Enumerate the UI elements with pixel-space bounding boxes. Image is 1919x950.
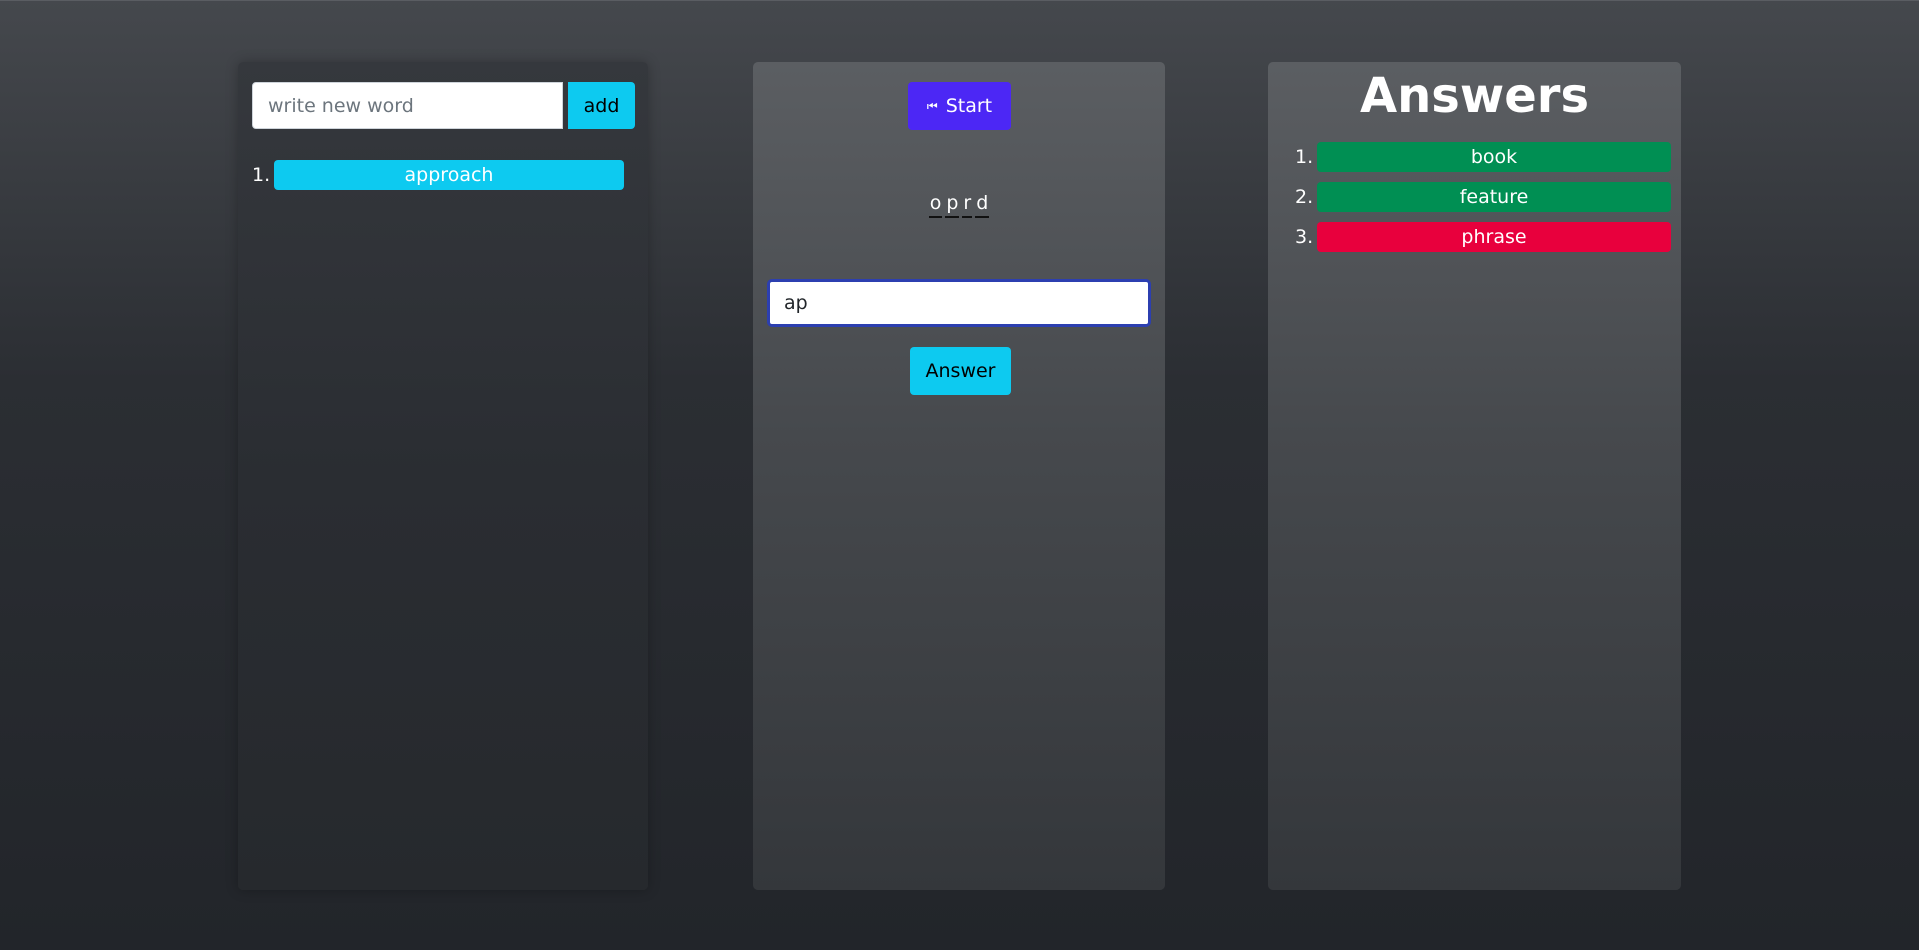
list-item: 1. approach: [252, 160, 624, 190]
scrambled-letter: p: [945, 192, 960, 218]
start-label: Start: [945, 95, 993, 117]
answer-list: 1. book 2. feature 3. phrase: [1295, 142, 1671, 262]
item-number: 1.: [1295, 146, 1314, 168]
answer-pill-wrong: phrase: [1317, 222, 1671, 252]
word-list: 1. approach: [252, 160, 624, 190]
scrambled-letter: r: [962, 192, 973, 218]
new-word-input[interactable]: [252, 82, 563, 129]
scrambled-letter: o: [928, 192, 943, 218]
answers-panel: Answers 1. book 2. feature 3. phrase: [1268, 62, 1681, 890]
list-item: 2. feature: [1295, 182, 1671, 212]
item-number: 1.: [252, 164, 271, 186]
item-number: 2.: [1295, 186, 1314, 208]
word-pill[interactable]: approach: [274, 160, 624, 190]
scrambled-word: o p r d: [753, 192, 1165, 218]
list-item: 1. book: [1295, 142, 1671, 172]
answer-pill-correct: book: [1317, 142, 1671, 172]
skip-back-icon: ⏮: [926, 98, 938, 113]
words-panel: add 1. approach: [238, 62, 648, 890]
answer-input[interactable]: [767, 279, 1151, 327]
answer-pill-correct: feature: [1317, 182, 1671, 212]
game-panel: ⏮ Start o p r d Answer: [753, 62, 1165, 890]
item-number: 3.: [1295, 226, 1314, 248]
list-item: 3. phrase: [1295, 222, 1671, 252]
answer-button[interactable]: Answer: [910, 347, 1011, 395]
add-word-button[interactable]: add: [568, 82, 635, 129]
answers-title: Answers: [1359, 68, 1590, 124]
start-button[interactable]: ⏮ Start: [908, 82, 1011, 130]
scrambled-letter: d: [975, 192, 990, 218]
